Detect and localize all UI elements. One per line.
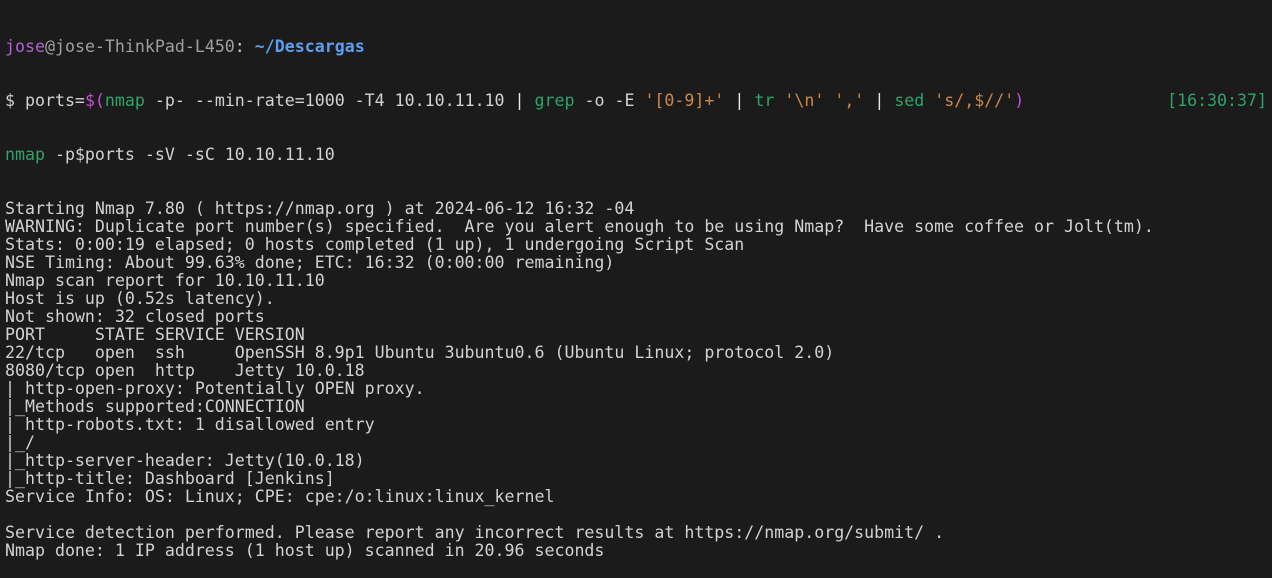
command-token: 's/,$//': [934, 91, 1015, 110]
output-line: Host is up (0.52s latency).: [5, 289, 275, 308]
command-token: -p$ports -sV -sC 10.10.11.10: [44, 145, 335, 164]
output-line: Not shown: 32 closed ports: [5, 307, 265, 326]
command-token: tr: [754, 91, 775, 110]
command-token: [744, 91, 754, 110]
command-token: nmap: [104, 91, 145, 110]
command-token: nmap: [5, 145, 45, 164]
command-token: [864, 91, 874, 110]
command-token: -o -E: [574, 91, 645, 110]
prompt-at: @: [44, 37, 55, 56]
output-line: |_Methods supported:CONNECTION: [5, 397, 305, 416]
prompt-user: jose: [5, 37, 45, 56]
command-line: $ ports=$(nmap -p- --min-rate=1000 -T4 1…: [5, 92, 1272, 110]
command-token: [884, 91, 894, 110]
terminal[interactable]: jose@jose-ThinkPad-L450: ~/Descargas $ p…: [5, 2, 1272, 578]
command-token: '\n': [784, 91, 825, 110]
command-token: $ ports=: [5, 91, 85, 110]
command-token: -p- --min-rate=1000 -T4 10.10.11.10: [144, 91, 515, 110]
output-line: 8080/tcp open http Jetty 10.0.18: [5, 361, 365, 380]
command-token: ',': [834, 91, 865, 110]
output-line: Service Info: OS: Linux; CPE: cpe:/o:lin…: [5, 487, 555, 506]
command-token: [774, 91, 784, 110]
output-line: | http-open-proxy: Potentially OPEN prox…: [5, 379, 425, 398]
prompt-host: jose-ThinkPad-L450: [54, 37, 235, 56]
command-token: [724, 91, 734, 110]
prompt-colon: :: [234, 37, 245, 56]
output-line: Nmap done: 1 IP address (1 host up) scan…: [5, 541, 605, 560]
output-line: Starting Nmap 7.80 ( https://nmap.org ) …: [5, 199, 635, 218]
output-line: |_/: [5, 433, 35, 452]
command-token: [824, 91, 834, 110]
output-line: |_http-title: Dashboard [Jenkins]: [5, 469, 335, 488]
prompt-path: ~/Descargas: [244, 37, 365, 56]
command-token: '[0-9]+': [644, 91, 725, 110]
command-token: $(: [84, 91, 105, 110]
command-token: |: [874, 91, 885, 110]
command-token: |: [734, 91, 745, 110]
prompt-line: jose@jose-ThinkPad-L450: ~/Descargas: [5, 38, 1272, 56]
command-line: nmap -p$ports -sV -sC 10.10.11.10: [5, 146, 1272, 164]
command-output: Starting Nmap 7.80 ( https://nmap.org ) …: [5, 200, 1272, 560]
timestamp: [16:30:37]: [1167, 91, 1267, 110]
command-token: ): [1014, 91, 1025, 110]
output-line: |_http-server-header: Jetty(10.0.18): [5, 451, 365, 470]
command-token: [525, 91, 535, 110]
output-line: NSE Timing: About 99.63% done; ETC: 16:3…: [5, 253, 615, 272]
command-token: |: [514, 91, 525, 110]
output-line: 22/tcp open ssh OpenSSH 8.9p1 Ubuntu 3ub…: [5, 343, 835, 362]
command-token: sed: [894, 91, 925, 110]
output-line: Stats: 0:00:19 elapsed; 0 hosts complete…: [5, 235, 745, 254]
output-line: WARNING: Duplicate port number(s) specif…: [5, 217, 1154, 236]
output-line: Nmap scan report for 10.10.11.10: [5, 271, 325, 290]
output-line: | http-robots.txt: 1 disallowed entry: [5, 415, 375, 434]
output-line: PORT STATE SERVICE VERSION: [5, 325, 305, 344]
command-token: grep: [534, 91, 575, 110]
command-token: [924, 91, 934, 110]
output-line: Service detection performed. Please repo…: [5, 523, 945, 542]
